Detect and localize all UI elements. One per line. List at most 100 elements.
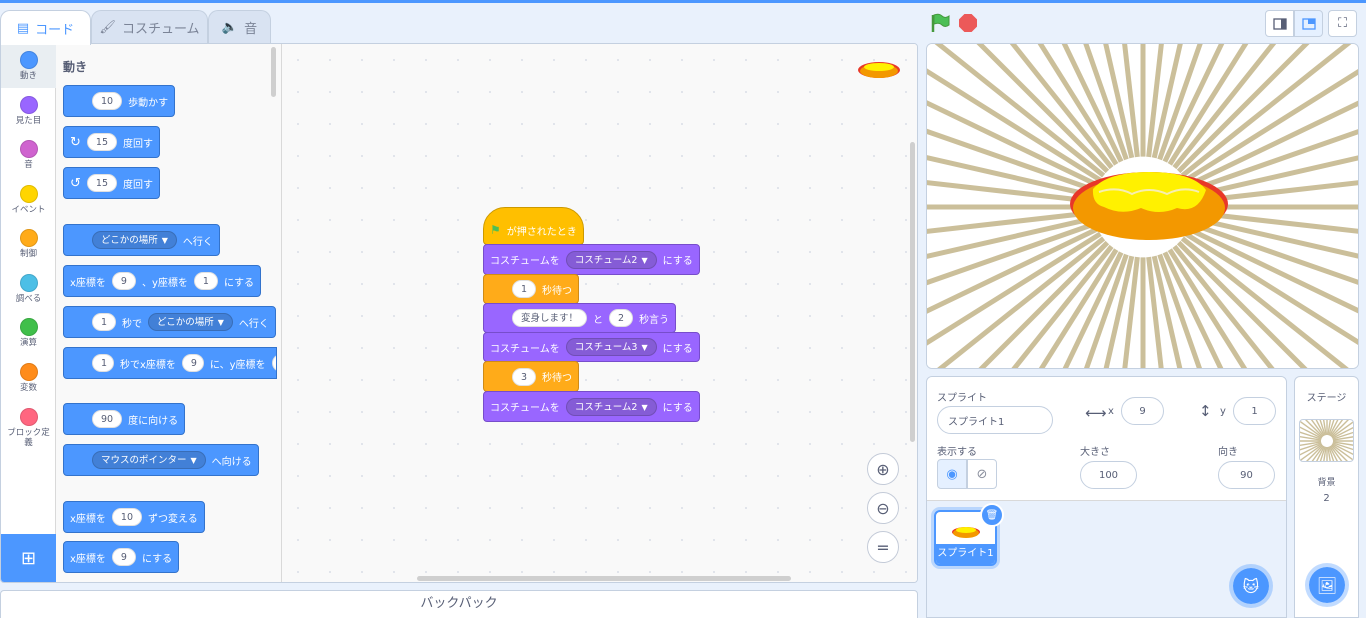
x-field[interactable]: 9	[1121, 397, 1164, 425]
block-input[interactable]: 9	[181, 354, 204, 372]
workspace-vertical-scrollbar[interactable]	[910, 142, 915, 442]
stage-pane-title: ステージ	[1306, 393, 1347, 404]
block-input[interactable]: 15	[86, 133, 117, 151]
block-input[interactable]: 1	[92, 313, 117, 331]
block-say-for-secs[interactable]: 変身します！ と 2 秒言う	[483, 303, 677, 333]
block-text: にする	[141, 553, 173, 565]
trash-icon: 🗑	[985, 509, 999, 521]
dropdown-value: どこかの場所	[101, 235, 158, 246]
tab-costume[interactable]: 🖌 コスチューム	[91, 10, 208, 44]
category-dot-icon	[19, 140, 38, 158]
block-turn-right[interactable]: ↻ 15 度回す	[63, 126, 160, 158]
block-glide-xy[interactable]: 1 秒でx座標を 9 に、y座標を	[63, 347, 277, 379]
zoom-out-button[interactable]: ⊖	[867, 492, 899, 524]
dropdown-value: コスチューム2	[574, 401, 638, 413]
category-looks[interactable]: 見た目	[1, 89, 56, 133]
category-label: 制御	[19, 249, 37, 259]
block-dropdown[interactable]: どこかの場所 ▼	[92, 231, 177, 249]
choose-sprite-button[interactable]: 🐱	[1229, 564, 1273, 608]
category-operators[interactable]: 演算	[1, 311, 56, 355]
block-goto-xy[interactable]: x座標を 9 、y座標を 1 にする	[63, 265, 262, 297]
show-sprite-button[interactable]: ◉	[937, 459, 967, 489]
category-sound[interactable]: 音	[1, 133, 56, 177]
script-workspace[interactable]: ⚑ が押されたとき コスチュームを コスチューム2 ▼ にする 1 秒待つ 変身し…	[282, 44, 917, 582]
category-my-blocks[interactable]: ブロック定義	[1, 401, 56, 451]
block-dropdown[interactable]: コスチューム2 ▼	[565, 397, 657, 416]
fullscreen-button[interactable]: ⛶	[1328, 10, 1357, 37]
category-control[interactable]: 制御	[1, 222, 56, 266]
block-text: にする	[662, 343, 693, 355]
palette-scrollbar[interactable]	[271, 47, 276, 97]
delete-sprite-button[interactable]: 🗑	[980, 503, 1004, 527]
block-text: 秒でx座標を	[120, 359, 176, 371]
zoom-in-button[interactable]: ⊕	[867, 453, 899, 485]
x-label: x	[1108, 406, 1114, 417]
normal-stage-button[interactable]	[1294, 10, 1323, 37]
block-input[interactable]: 1	[92, 354, 114, 372]
block-input[interactable]: 15	[86, 174, 117, 192]
dropdown-value: コスチューム3	[574, 342, 638, 353]
category-label: 変数	[19, 383, 37, 393]
tab-sound[interactable]: 🔈 音	[208, 10, 271, 44]
block-dropdown[interactable]: コスチューム3 ▼	[565, 338, 657, 356]
block-input[interactable]	[271, 354, 276, 372]
block-glide[interactable]: 1 秒で どこかの場所 ▼ へ行く	[63, 306, 276, 338]
block-wait[interactable]: 3 秒待つ	[483, 361, 580, 392]
block-text: へ行く	[182, 236, 213, 248]
size-field[interactable]: 100	[1080, 461, 1137, 489]
choose-backdrop-button[interactable]: 🖼	[1305, 563, 1349, 607]
zoom-reset-button[interactable]: =	[867, 531, 899, 563]
block-dropdown[interactable]: マウスのポインター ▼	[92, 451, 206, 469]
block-point-towards[interactable]: マウスのポインター ▼ へ向ける	[63, 444, 259, 476]
block-input[interactable]: 10	[92, 92, 123, 110]
block-switch-costume[interactable]: コスチュームを コスチューム3 ▼ にする	[483, 332, 700, 362]
category-dot-icon	[19, 229, 38, 247]
add-extension-button[interactable]: ⊞	[1, 534, 56, 582]
block-change-x[interactable]: x座標を 10 ずつ変える	[63, 501, 205, 533]
sprite-name-field[interactable]: スプライト1	[937, 406, 1053, 434]
block-goto[interactable]: どこかの場所 ▼ へ行く	[63, 224, 220, 256]
stage-canvas[interactable]	[926, 43, 1359, 369]
block-text: と	[593, 314, 604, 326]
block-text: に、y座標を	[209, 359, 266, 371]
backpack-bar[interactable]: バックパック	[0, 590, 918, 618]
block-input[interactable]: 1	[512, 280, 537, 298]
y-field[interactable]: 1	[1233, 397, 1276, 425]
block-dropdown[interactable]: コスチューム2 ▼	[565, 250, 657, 269]
workspace-horizontal-scrollbar[interactable]	[417, 576, 791, 581]
category-label: ブロック定義	[7, 428, 50, 448]
block-text: 秒で	[122, 318, 143, 330]
block-input[interactable]: 1	[193, 272, 218, 290]
dropdown-arrow-icon: ▼	[641, 255, 648, 265]
hide-sprite-button[interactable]: ⊘	[967, 459, 997, 489]
fullscreen-icon: ⛶	[1337, 16, 1348, 31]
category-motion[interactable]: 動き	[1, 44, 56, 88]
small-stage-button[interactable]	[1265, 10, 1294, 37]
green-flag-button[interactable]	[930, 13, 950, 33]
block-input[interactable]: 9	[111, 548, 136, 566]
block-input[interactable]: 変身します！	[512, 309, 588, 327]
stop-button[interactable]	[959, 14, 977, 32]
block-text: ずつ変える	[148, 513, 198, 525]
direction-field[interactable]: 90	[1218, 461, 1275, 489]
block-wait[interactable]: 1 秒待つ	[483, 274, 580, 304]
block-input[interactable]: 90	[92, 410, 123, 428]
block-when-flag-clicked[interactable]: ⚑ が押されたとき	[483, 207, 584, 245]
block-input[interactable]: 10	[111, 508, 143, 526]
block-dropdown[interactable]: どこかの場所 ▼	[148, 313, 233, 331]
sprite-pane: スプライト スプライト1 ⟷ x 9 ↕ y 1 表示する ◉ ⊘ 大きさ 10…	[926, 376, 1287, 618]
rotate-right-icon: ↻	[70, 134, 81, 150]
block-input[interactable]: 9	[111, 272, 136, 290]
tab-code[interactable]: ▤ コード	[0, 10, 91, 45]
block-input[interactable]: 3	[512, 367, 537, 386]
block-set-x[interactable]: x座標を 9 にする	[63, 541, 180, 573]
block-switch-costume[interactable]: コスチュームを コスチューム2 ▼ にする	[483, 244, 700, 275]
category-sensing[interactable]: 調べる	[1, 267, 56, 311]
block-move-steps[interactable]: 10 歩動かす	[63, 85, 176, 117]
block-turn-left[interactable]: ↺ 15 度回す	[63, 167, 160, 199]
block-switch-costume[interactable]: コスチュームを コスチューム2 ▼ にする	[483, 391, 700, 422]
block-point-direction[interactable]: 90 度に向ける	[63, 403, 186, 435]
block-input[interactable]: 2	[609, 309, 634, 327]
category-variables[interactable]: 変数	[1, 356, 56, 400]
category-events[interactable]: イベント	[1, 178, 56, 222]
